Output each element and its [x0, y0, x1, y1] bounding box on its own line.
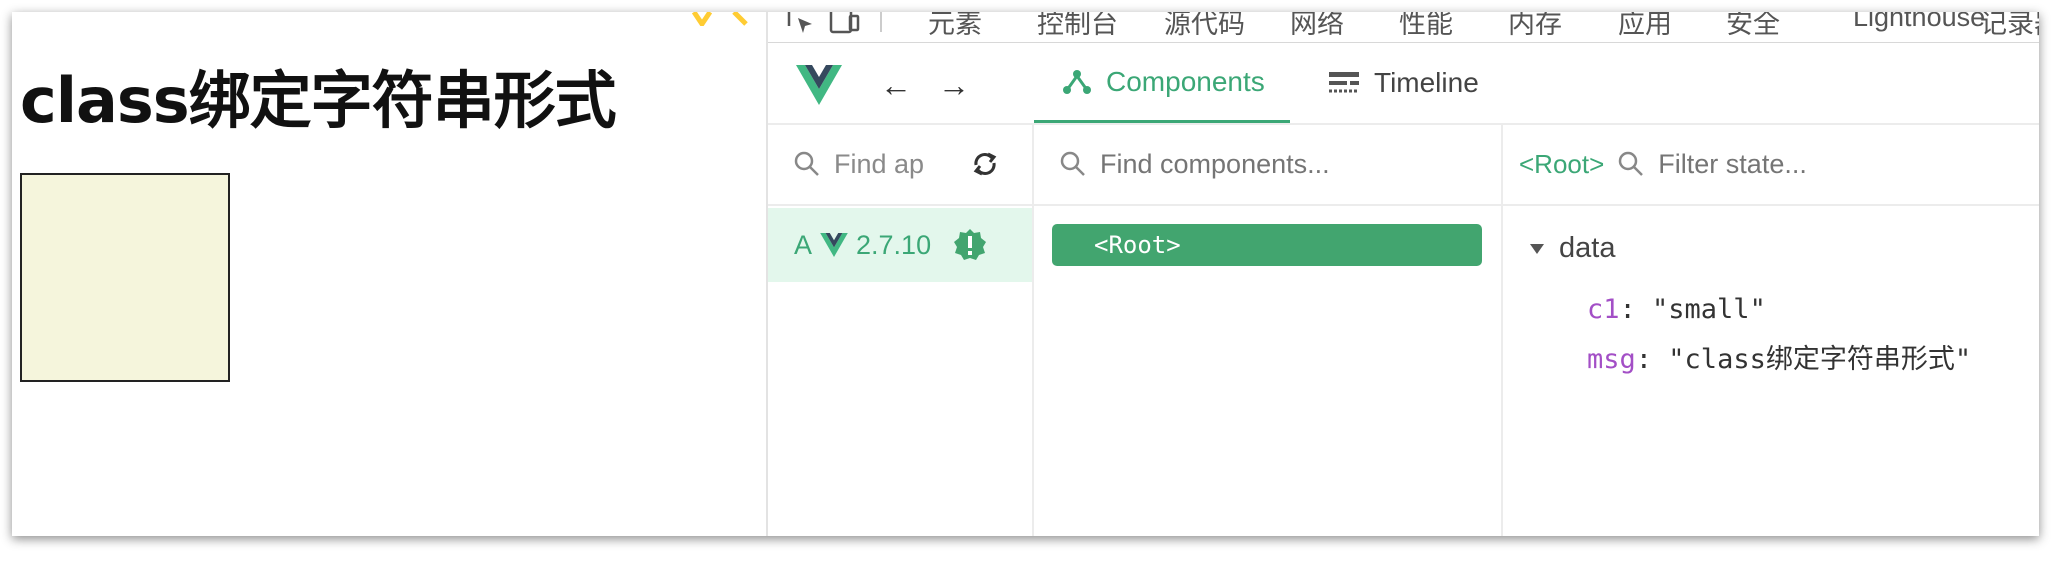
vue-logo-icon: [796, 65, 842, 105]
back-button[interactable]: ←: [880, 67, 912, 104]
app-letter: A: [794, 229, 813, 260]
selected-component: <Root>: [1519, 148, 1605, 179]
tab-security[interactable]: 安全: [1726, 12, 1780, 41]
state-inspector-panel: <Root> data c1: "small" msg: "class绑定字符串…: [1503, 124, 2039, 536]
prop-key: c1: [1587, 294, 1620, 325]
components-panel: <Root>: [1034, 124, 1503, 536]
prop-colon: :: [1619, 294, 1653, 325]
screenshot-frame: class绑定字符串形式 元素 控制台 源代码 网络 性能 内存 应用 安全 L…: [12, 12, 2039, 536]
search-icon: [794, 151, 819, 176]
prop-value: "small": [1652, 294, 1766, 325]
refresh-icon[interactable]: [970, 149, 1000, 179]
tab-performance[interactable]: 性能: [1399, 12, 1453, 41]
search-icon: [1060, 151, 1085, 176]
apps-search-row: [768, 124, 1032, 206]
timeline-icon: [1329, 72, 1359, 93]
tab-network[interactable]: 网络: [1290, 12, 1344, 41]
tab-sources[interactable]: 源代码: [1164, 12, 1245, 41]
page-title: class绑定字符串形式: [20, 64, 617, 137]
warning-badge-icon[interactable]: [953, 228, 987, 262]
apps-search-input[interactable]: [834, 148, 934, 180]
decoration-icon: [691, 12, 748, 26]
state-prop-msg[interactable]: msg: "class绑定字符串形式": [1587, 337, 1971, 376]
search-icon: [1619, 151, 1644, 176]
forward-button[interactable]: →: [938, 67, 970, 104]
components-tree-icon: [1063, 69, 1091, 94]
prop-key: msg: [1587, 344, 1636, 375]
tab-recorder[interactable]: 记录器: [1980, 12, 2039, 41]
app-list-item[interactable]: A 2.7.10: [768, 208, 1032, 282]
toolbar-divider: [880, 12, 882, 32]
caret-down-icon: [1530, 243, 1544, 254]
page-viewport: class绑定字符串形式: [12, 12, 766, 536]
tab-timeline-label: Timeline: [1374, 67, 1479, 98]
data-section-toggle[interactable]: data: [1529, 232, 1615, 265]
components-search-row: [1034, 124, 1501, 206]
component-tree-root[interactable]: <Root>: [1052, 224, 1482, 266]
devtools-panel: 元素 控制台 源代码 网络 性能 内存 应用 安全 Lighthouse 记录器…: [766, 12, 2039, 536]
demo-box: [20, 173, 230, 382]
tab-application[interactable]: 应用: [1618, 12, 1672, 41]
app-version: 2.7.10: [856, 229, 932, 260]
prop-colon: :: [1635, 344, 1669, 375]
devtools-tabbar: 元素 控制台 源代码 网络 性能 内存 应用 安全 Lighthouse 记录器: [768, 12, 2039, 43]
tab-memory[interactable]: 内存: [1508, 12, 1562, 41]
inspect-element-icon[interactable]: [786, 12, 816, 36]
tab-elements[interactable]: 元素: [928, 12, 982, 41]
tab-components[interactable]: Components: [1034, 43, 1290, 123]
vue-devtools-toolbar: ← → Components Timeline: [768, 43, 2039, 125]
prop-value: "class绑定字符串形式": [1668, 344, 1972, 375]
vue-logo-icon: [820, 233, 848, 257]
state-filter-row: <Root>: [1503, 124, 2039, 206]
tab-components-label: Components: [1106, 65, 1265, 97]
state-prop-c1[interactable]: c1: "small": [1587, 294, 1766, 325]
state-filter-input[interactable]: [1658, 148, 2039, 180]
components-search-input[interactable]: [1100, 148, 1480, 180]
tab-lighthouse[interactable]: Lighthouse: [1853, 12, 1985, 33]
device-toolbar-icon[interactable]: [828, 12, 860, 36]
apps-panel: A 2.7.10: [768, 124, 1034, 536]
data-section-label: data: [1559, 232, 1616, 264]
tab-console[interactable]: 控制台: [1037, 12, 1118, 41]
tab-timeline[interactable]: Timeline: [1328, 43, 1479, 123]
